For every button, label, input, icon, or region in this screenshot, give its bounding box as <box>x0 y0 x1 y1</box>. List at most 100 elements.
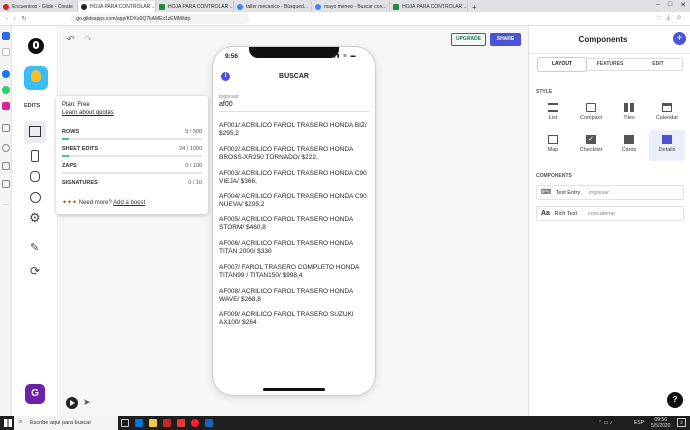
tab-layout[interactable]: LAYOUT <box>538 58 586 71</box>
clock[interactable]: 09:56 5/5/2020 <box>651 417 670 429</box>
edge-icon[interactable] <box>135 419 143 427</box>
style-details-selected[interactable]: Details <box>649 130 685 161</box>
bookmarks-icon[interactable] <box>2 48 10 56</box>
style-label: Checklist <box>579 147 603 153</box>
user-icon[interactable] <box>30 192 41 203</box>
list-item[interactable]: AF007/ FAROL TRASERO COMPLETO HONDA TITA… <box>219 264 369 280</box>
style-tiles[interactable]: Tiles <box>611 101 647 129</box>
list-item[interactable]: AF008/ ACRILICO FAROL TRASERO HONDA WAVE… <box>219 288 369 304</box>
search-input[interactable]: ingresar af00 <box>219 94 369 112</box>
phone-icon[interactable] <box>31 150 39 162</box>
component-rich-text[interactable]: Aa Rich Text concatenar <box>536 206 684 221</box>
list-item[interactable]: AF006/ ACRILICO FAROL TRASERO HONDA TITA… <box>219 240 369 256</box>
list-item[interactable]: AF001/ ACRILICO FAROL TRASERO HONDA BIZ/… <box>219 122 369 138</box>
add-component-button[interactable]: + <box>673 32 686 45</box>
task-view-icon[interactable] <box>121 419 129 427</box>
style-calendar[interactable]: Calendar <box>649 101 685 129</box>
learn-quotas-link[interactable]: Learn about quotas <box>62 110 114 116</box>
list-item[interactable]: AF005/ ACRILICO FAROL TRASERO HONDA STOR… <box>219 216 369 232</box>
back-icon[interactable]: ‹ <box>6 16 8 22</box>
play-button[interactable] <box>66 397 78 409</box>
style-compact[interactable]: Compact <box>573 101 609 129</box>
list-item[interactable]: AF009/ ACRILICO FAROL TRASERO SUZUKI AX1… <box>219 311 369 327</box>
tiles-icon <box>624 103 634 112</box>
profile-icon[interactable]: ☺ <box>676 15 682 22</box>
quota-progress <box>62 138 202 140</box>
language-indicator[interactable]: ESP <box>634 420 644 426</box>
browser-tab-active[interactable]: HOJA PARA CONTROLAR ... <box>78 1 156 12</box>
quota-sheet-edits: SHEET EDITS 24 / 1000 <box>62 146 202 157</box>
plan-popover: Plan: Free Learn about quotas ROWS 9 / 5… <box>56 96 208 214</box>
list-item[interactable]: AF003/ ACRILICO FAROL TRASERO HONDA C90 … <box>219 170 369 186</box>
component-text-entry[interactable]: ⌨ Text Entry ingresar <box>536 185 684 200</box>
app-icon[interactable] <box>24 66 48 90</box>
browser-tab[interactable]: taller mecanico - Búsqued... <box>234 1 312 12</box>
redo-icon[interactable]: ↷ <box>84 34 92 45</box>
player-icon[interactable] <box>2 124 10 132</box>
style-map[interactable]: Map <box>535 133 571 161</box>
pencil-icon[interactable]: ✎ <box>30 241 39 254</box>
speed-dial-icon[interactable] <box>2 32 10 40</box>
app-icon-red[interactable] <box>177 419 185 427</box>
add-boost-link[interactable]: Add a boost <box>113 200 145 206</box>
undo-icon[interactable]: ↶ <box>67 34 75 45</box>
quota-progress-fill <box>62 138 69 140</box>
word-icon[interactable] <box>205 419 213 427</box>
glide-logo[interactable] <box>28 38 44 54</box>
maximize-icon[interactable]: □ <box>668 1 672 9</box>
instagram-icon[interactable] <box>2 102 10 110</box>
address-bar: ‹ › ↻ go.glideapps.com/app/KDXa9Q7kAMEx1… <box>0 12 690 26</box>
help-button[interactable]: ? <box>667 392 683 408</box>
url-field[interactable]: go.glideapps.com/app/KDXa9Q7kAMEx1zEMM/t… <box>70 13 251 24</box>
store-icon[interactable] <box>163 419 171 427</box>
notification-center-icon[interactable]: 2 <box>677 418 686 427</box>
search-input-label: ingresar <box>219 94 239 100</box>
extensions-icon[interactable] <box>2 180 10 188</box>
windows-start-icon[interactable] <box>4 419 12 427</box>
browser-tab[interactable]: mayo meneo - Buscar con... <box>312 1 390 12</box>
style-list[interactable]: List <box>535 101 571 129</box>
component-label: Text Entry <box>555 190 581 196</box>
messenger-icon[interactable] <box>2 70 10 78</box>
close-icon[interactable]: ✕ <box>680 1 686 9</box>
new-tab-button[interactable]: + <box>468 3 481 12</box>
browser-tab[interactable]: HOJA PARA CONTROLAR ... <box>390 1 468 12</box>
tab-features[interactable]: FEATURES <box>586 58 634 71</box>
file-explorer-icon[interactable] <box>149 419 157 427</box>
sync-icon[interactable]: ⟳ <box>30 264 40 278</box>
reload-icon[interactable]: ↻ <box>22 16 27 22</box>
style-checklist[interactable]: ✓ Checklist <box>573 133 609 161</box>
glide-left-rail: EDITS ⚙ ✎ ⟳ G <box>12 26 58 416</box>
heart-icon[interactable] <box>2 144 10 152</box>
data-tab[interactable] <box>24 121 46 143</box>
upgrade-button[interactable]: UPGRADE <box>451 33 486 46</box>
download-icon[interactable]: ⤓ <box>667 15 670 22</box>
forward-icon[interactable]: › <box>14 16 16 22</box>
tab-edit[interactable]: EDIT <box>634 58 682 71</box>
tab-label: HOJA PARA CONTROLAR ... <box>168 4 234 10</box>
database-icon[interactable] <box>30 171 40 182</box>
browser-tab[interactable]: Encuentros - Glide - Create <box>0 1 78 12</box>
style-cards[interactable]: Cards <box>611 133 647 161</box>
share-button[interactable]: SHARE <box>490 33 521 46</box>
more-icon[interactable]: ··· <box>3 202 9 208</box>
cursor-icon[interactable]: ➤ <box>83 397 91 408</box>
taskbar-search[interactable]: ⌕ Escribe aquí para buscar <box>14 416 118 430</box>
style-label: List <box>548 115 558 121</box>
avatar[interactable]: G <box>25 384 45 404</box>
opera-taskbar-icon[interactable] <box>191 419 199 427</box>
list-item[interactable]: AF004/ ACRILICO FAROL TRASERO HONDA C90 … <box>219 193 369 209</box>
list-item[interactable]: AF002/ ACRILICO FAROL TRASERO HONDA BROS… <box>219 146 369 162</box>
whatsapp-icon[interactable] <box>2 86 10 94</box>
minimize-icon[interactable]: – <box>656 1 660 9</box>
google-icon <box>237 4 243 10</box>
history-icon[interactable] <box>2 162 10 170</box>
rich-text-icon: Aa <box>541 210 550 217</box>
settings-gear-icon[interactable]: ⚙ <box>29 210 41 226</box>
list-icon <box>548 103 558 112</box>
bookmark-icon[interactable]: ♡ <box>656 15 661 22</box>
plan-title-value: Free <box>77 102 90 108</box>
browser-tab[interactable]: HOJA PARA CONTROLAR ... <box>156 1 234 12</box>
opera-icon <box>3 4 9 10</box>
style-header: STYLE <box>536 89 553 95</box>
